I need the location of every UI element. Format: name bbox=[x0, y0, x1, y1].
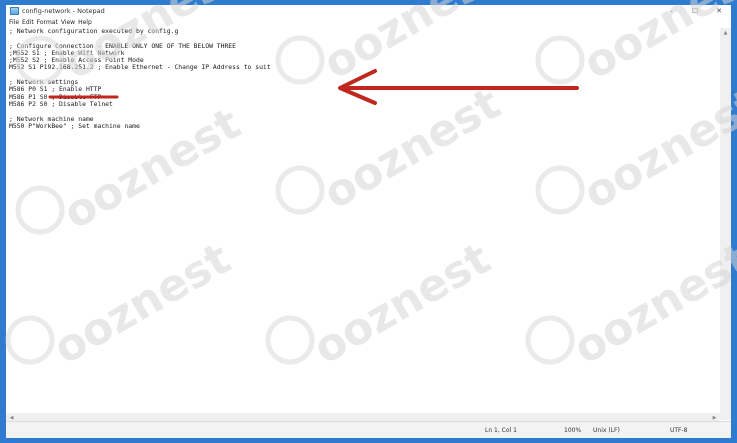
maximize-button[interactable]: ☐ bbox=[683, 5, 707, 17]
cursor-position: Ln 1, Col 1 bbox=[485, 427, 517, 434]
text-line: M586 P1 S0 ; Disable FTP bbox=[9, 92, 102, 101]
text-line: M550 P"WorkBee" ; Set machine name bbox=[9, 121, 140, 130]
menu-format[interactable]: Format bbox=[37, 19, 58, 26]
encoding: UTF-8 bbox=[670, 427, 688, 434]
text-line: M586 P2 S0 ; Disable Telnet bbox=[9, 99, 113, 108]
close-button[interactable]: ✕ bbox=[707, 5, 731, 17]
menu-view[interactable]: View bbox=[61, 19, 75, 26]
window-controls: – ☐ ✕ bbox=[659, 5, 731, 17]
text-line: M586 P0 S1 ; Enable HTTP bbox=[9, 85, 102, 94]
vertical-scrollbar[interactable]: ▲ bbox=[720, 28, 731, 420]
line-ending: Unix (LF) bbox=[593, 427, 620, 434]
text-line-ethernet: M552 S1 P192.168.251.2 ; Enable Ethernet… bbox=[9, 63, 271, 72]
status-bar: Ln 1, Col 1 100% Unix (LF) UTF-8 bbox=[6, 421, 731, 438]
text-line bbox=[9, 108, 717, 115]
window-title: config-network - Notepad bbox=[22, 7, 105, 15]
menu-edit[interactable]: Edit bbox=[22, 19, 34, 26]
text-line: ; Network configuration executed by conf… bbox=[9, 27, 179, 35]
title-bar: config-network - Notepad – ☐ ✕ bbox=[6, 5, 731, 17]
minimize-button[interactable]: – bbox=[659, 5, 683, 17]
text-line: ; Network settings bbox=[9, 78, 79, 87]
scroll-up-icon[interactable]: ▲ bbox=[720, 28, 731, 38]
menu-file[interactable]: File bbox=[9, 19, 19, 26]
text-editor-area[interactable]: ; Network configuration executed by conf… bbox=[9, 27, 717, 418]
text-line bbox=[9, 72, 717, 79]
notepad-window: config-network - Notepad – ☐ ✕ File Edit… bbox=[6, 5, 731, 438]
menu-help[interactable]: Help bbox=[78, 19, 92, 26]
zoom-level: 100% bbox=[564, 427, 582, 434]
notepad-icon bbox=[10, 7, 19, 15]
menu-bar: File Edit Format View Help bbox=[6, 18, 95, 27]
